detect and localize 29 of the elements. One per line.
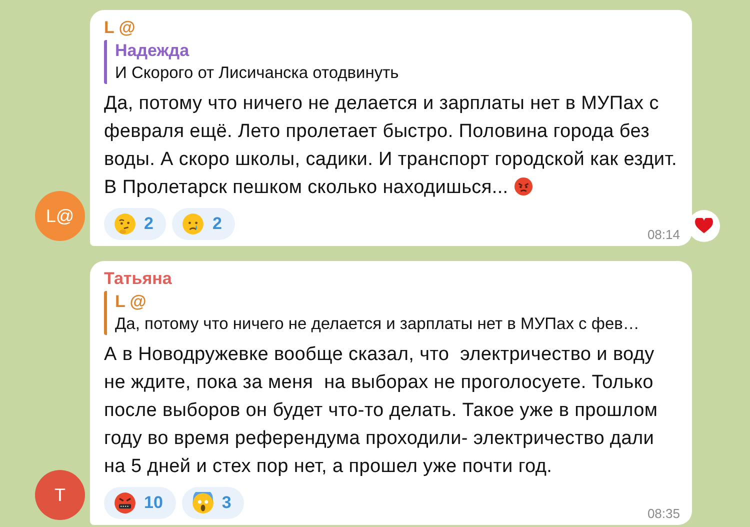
cursing-face-icon	[114, 492, 136, 514]
reaction-count: 2	[212, 214, 222, 234]
message-text: А в Новодружевке вообще сказал, что электричество и воду не ждите, пока за меня на выборах не проголосуете. Только после выборов он будет что-то делать. Такое уже в прошлом году во время референдума проходили- электричество дали на 5 дней и стех пор нет, а прошел уже почти год.	[104, 343, 659, 479]
reaction-count: 3	[222, 493, 232, 513]
author-name[interactable]: Татьяна	[104, 269, 172, 289]
screaming-face-icon	[192, 492, 214, 514]
reaction-chip[interactable]: 10	[104, 487, 176, 519]
heart-reaction[interactable]	[688, 210, 720, 242]
reply-author: L @	[115, 291, 148, 313]
reaction-chip[interactable]: 2	[104, 208, 166, 240]
angry-face-icon	[514, 177, 534, 196]
reaction-count: 2	[144, 214, 154, 234]
crying-face-icon	[182, 213, 204, 235]
user-avatar[interactable]: Т	[35, 470, 85, 520]
reaction-chip[interactable]: 3	[182, 487, 244, 519]
reply-text: И Скорого от Лисичанска отодвинуть	[115, 63, 400, 84]
message-time: 08:14	[647, 227, 680, 242]
author-name[interactable]: L @	[104, 18, 136, 38]
message-text: Да, потому что ничего не делается и зарплаты нет в МУПах с февраля ещё. Лето пролетает быстро. Половина города без воды. А скоро школы, садики. И транспорт городской как ездит. В Пролетарск пешком сколько находишься...	[104, 92, 678, 200]
reply-author: Надежда	[115, 40, 190, 62]
reply-text: Да, потому что ничего не делается и зарплаты нет в МУПах с фев…	[115, 314, 640, 335]
reaction-chip[interactable]: 2	[172, 208, 235, 240]
user-avatar[interactable]: L@	[35, 191, 85, 241]
reply-quote[interactable]: Надежда И Скорого от Лисичанска отодвинуть	[104, 40, 680, 84]
thinking-face-icon	[114, 213, 136, 235]
reply-quote[interactable]: L @ Да, потому что ничего не делается и зарплаты нет в МУПах с фев…	[104, 291, 680, 335]
heart-icon	[695, 218, 713, 234]
message-time: 08:35	[647, 506, 680, 521]
reaction-count: 10	[144, 493, 163, 513]
